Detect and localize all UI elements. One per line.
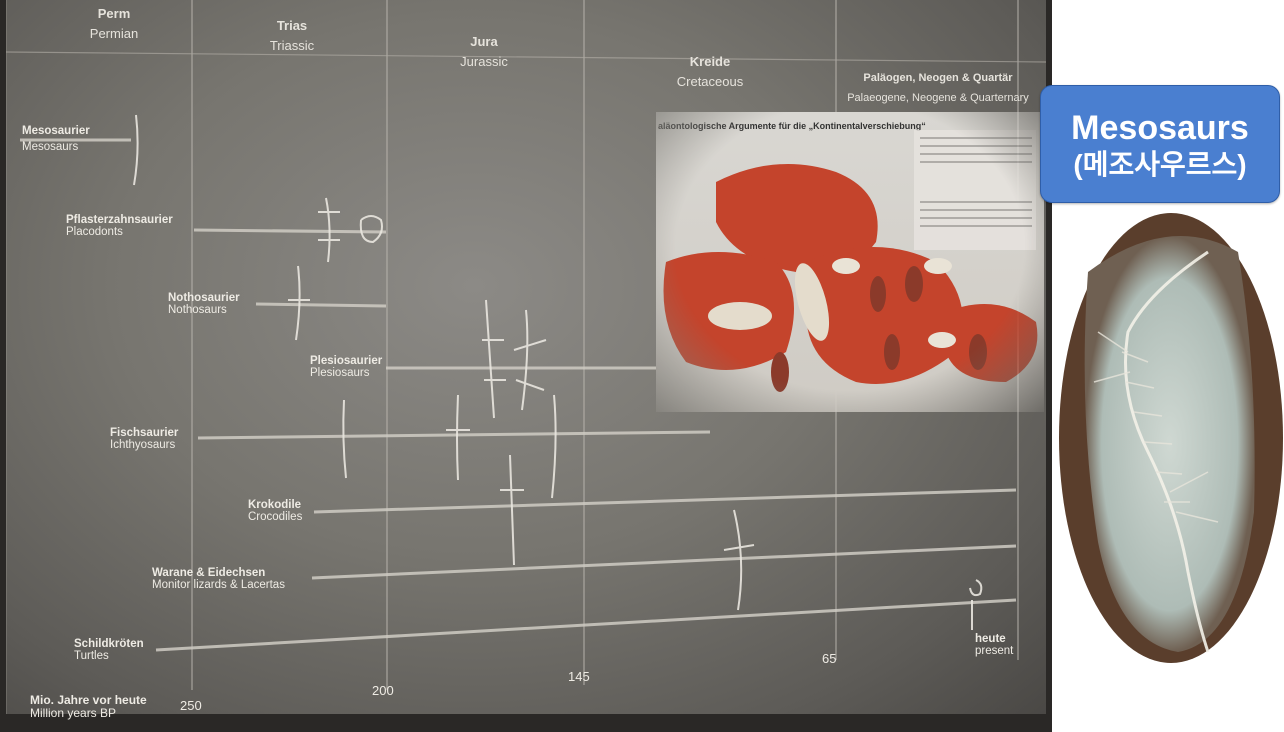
timeline-panel: Perm Permian Trias Triassic Jura Jurassi… [6,0,1046,720]
group-placodonts-en: Placodonts [66,226,123,238]
group-monitor-lizards-de: Warane & Eidechsen [152,567,266,579]
group-ichthyosaurs-en: Ichthyosaurs [110,439,176,451]
present-en: present [975,645,1014,657]
group-nothosaurs: Nothosaurier Nothosaurs [168,292,240,316]
era-cenozoic-en: Palaeogene, Neogene & Quarternary [847,92,1029,104]
tick-145: 145 [568,669,590,684]
era-jurassic-de: Jura [470,34,498,49]
group-crocodiles-de: Krokodile [248,499,302,511]
group-ichthyosaurs-de: Fischsaurier [110,427,179,439]
era-cretaceous-de: Kreide [689,54,731,69]
era-cretaceous-en: Cretaceous [676,74,744,89]
era-cenozoic-de: Paläogen, Neogen & Quartär [863,72,1013,84]
era-triassic: Trias Triassic [242,16,342,56]
present-de: heute [975,633,1006,645]
present-label: heute present [975,633,1013,657]
badge-subtitle: (메조사우르스) [1073,149,1247,180]
group-placodonts: Pflasterzahnsaurier Placodonts [66,214,173,238]
group-ichthyosaurs: Fischsaurier Ichthyosaurs [110,427,178,451]
group-plesiosaurs-de: Plesiosaurier [310,355,383,367]
era-cenozoic: Paläogen, Neogen & Quartär Palaeogene, N… [838,68,1038,108]
group-turtles-en: Turtles [74,650,109,662]
group-crocodiles-en: Crocodiles [248,511,303,523]
group-mesosaurs: Mesosaurier Mesosaurs [22,125,90,153]
era-permian: Perm Permian [64,4,164,44]
group-mesosaurs-en: Mesosaurs [22,141,79,153]
axis-label-en: Million years BP [30,706,117,720]
continent-map [663,130,1038,392]
era-jurassic: Jura Jurassic [434,32,534,72]
group-crocodiles: Krokodile Crocodiles [248,499,302,523]
continental-drift-inset: aläontologische Argumente für die „Konti… [656,112,1044,412]
group-mesosaurs-de: Mesosaurier [22,125,90,137]
era-triassic-en: Triassic [269,38,315,53]
mesosaurs-badge: Mesosaurs (메조사우르스) [1040,85,1280,203]
group-plesiosaurs: Plesiosaurier Plesiosaurs [310,355,382,379]
group-monitor-lizards-en: Monitor lizards & Lacertas [152,579,285,591]
group-plesiosaurs-en: Plesiosaurs [310,367,370,379]
tick-200: 200 [372,683,394,698]
badge-title: Mesosaurs [1071,109,1249,147]
group-turtles-de: Schildkröten [74,638,144,650]
group-turtles: Schildkröten Turtles [74,638,144,662]
group-placodonts-de: Pflasterzahnsaurier [66,214,173,226]
group-nothosaurs-en: Nothosaurs [168,304,227,316]
mesosaurus-fossil-photo [1059,213,1283,663]
era-permian-en: Permian [89,26,139,41]
era-triassic-de: Trias [276,18,308,33]
era-permian-de: Perm [97,6,131,21]
group-nothosaurs-de: Nothosaurier [168,292,240,304]
museum-photo: Perm Permian Trias Triassic Jura Jurassi… [0,0,1052,732]
group-monitor-lizards: Warane & Eidechsen Monitor lizards & Lac… [152,567,285,591]
era-jurassic-en: Jurassic [460,54,508,69]
axis-label: Mio. Jahre vor heute Million years BP [30,694,147,720]
era-cretaceous: Kreide Cretaceous [660,52,760,92]
tick-65: 65 [822,651,837,666]
tick-250: 250 [180,698,202,713]
